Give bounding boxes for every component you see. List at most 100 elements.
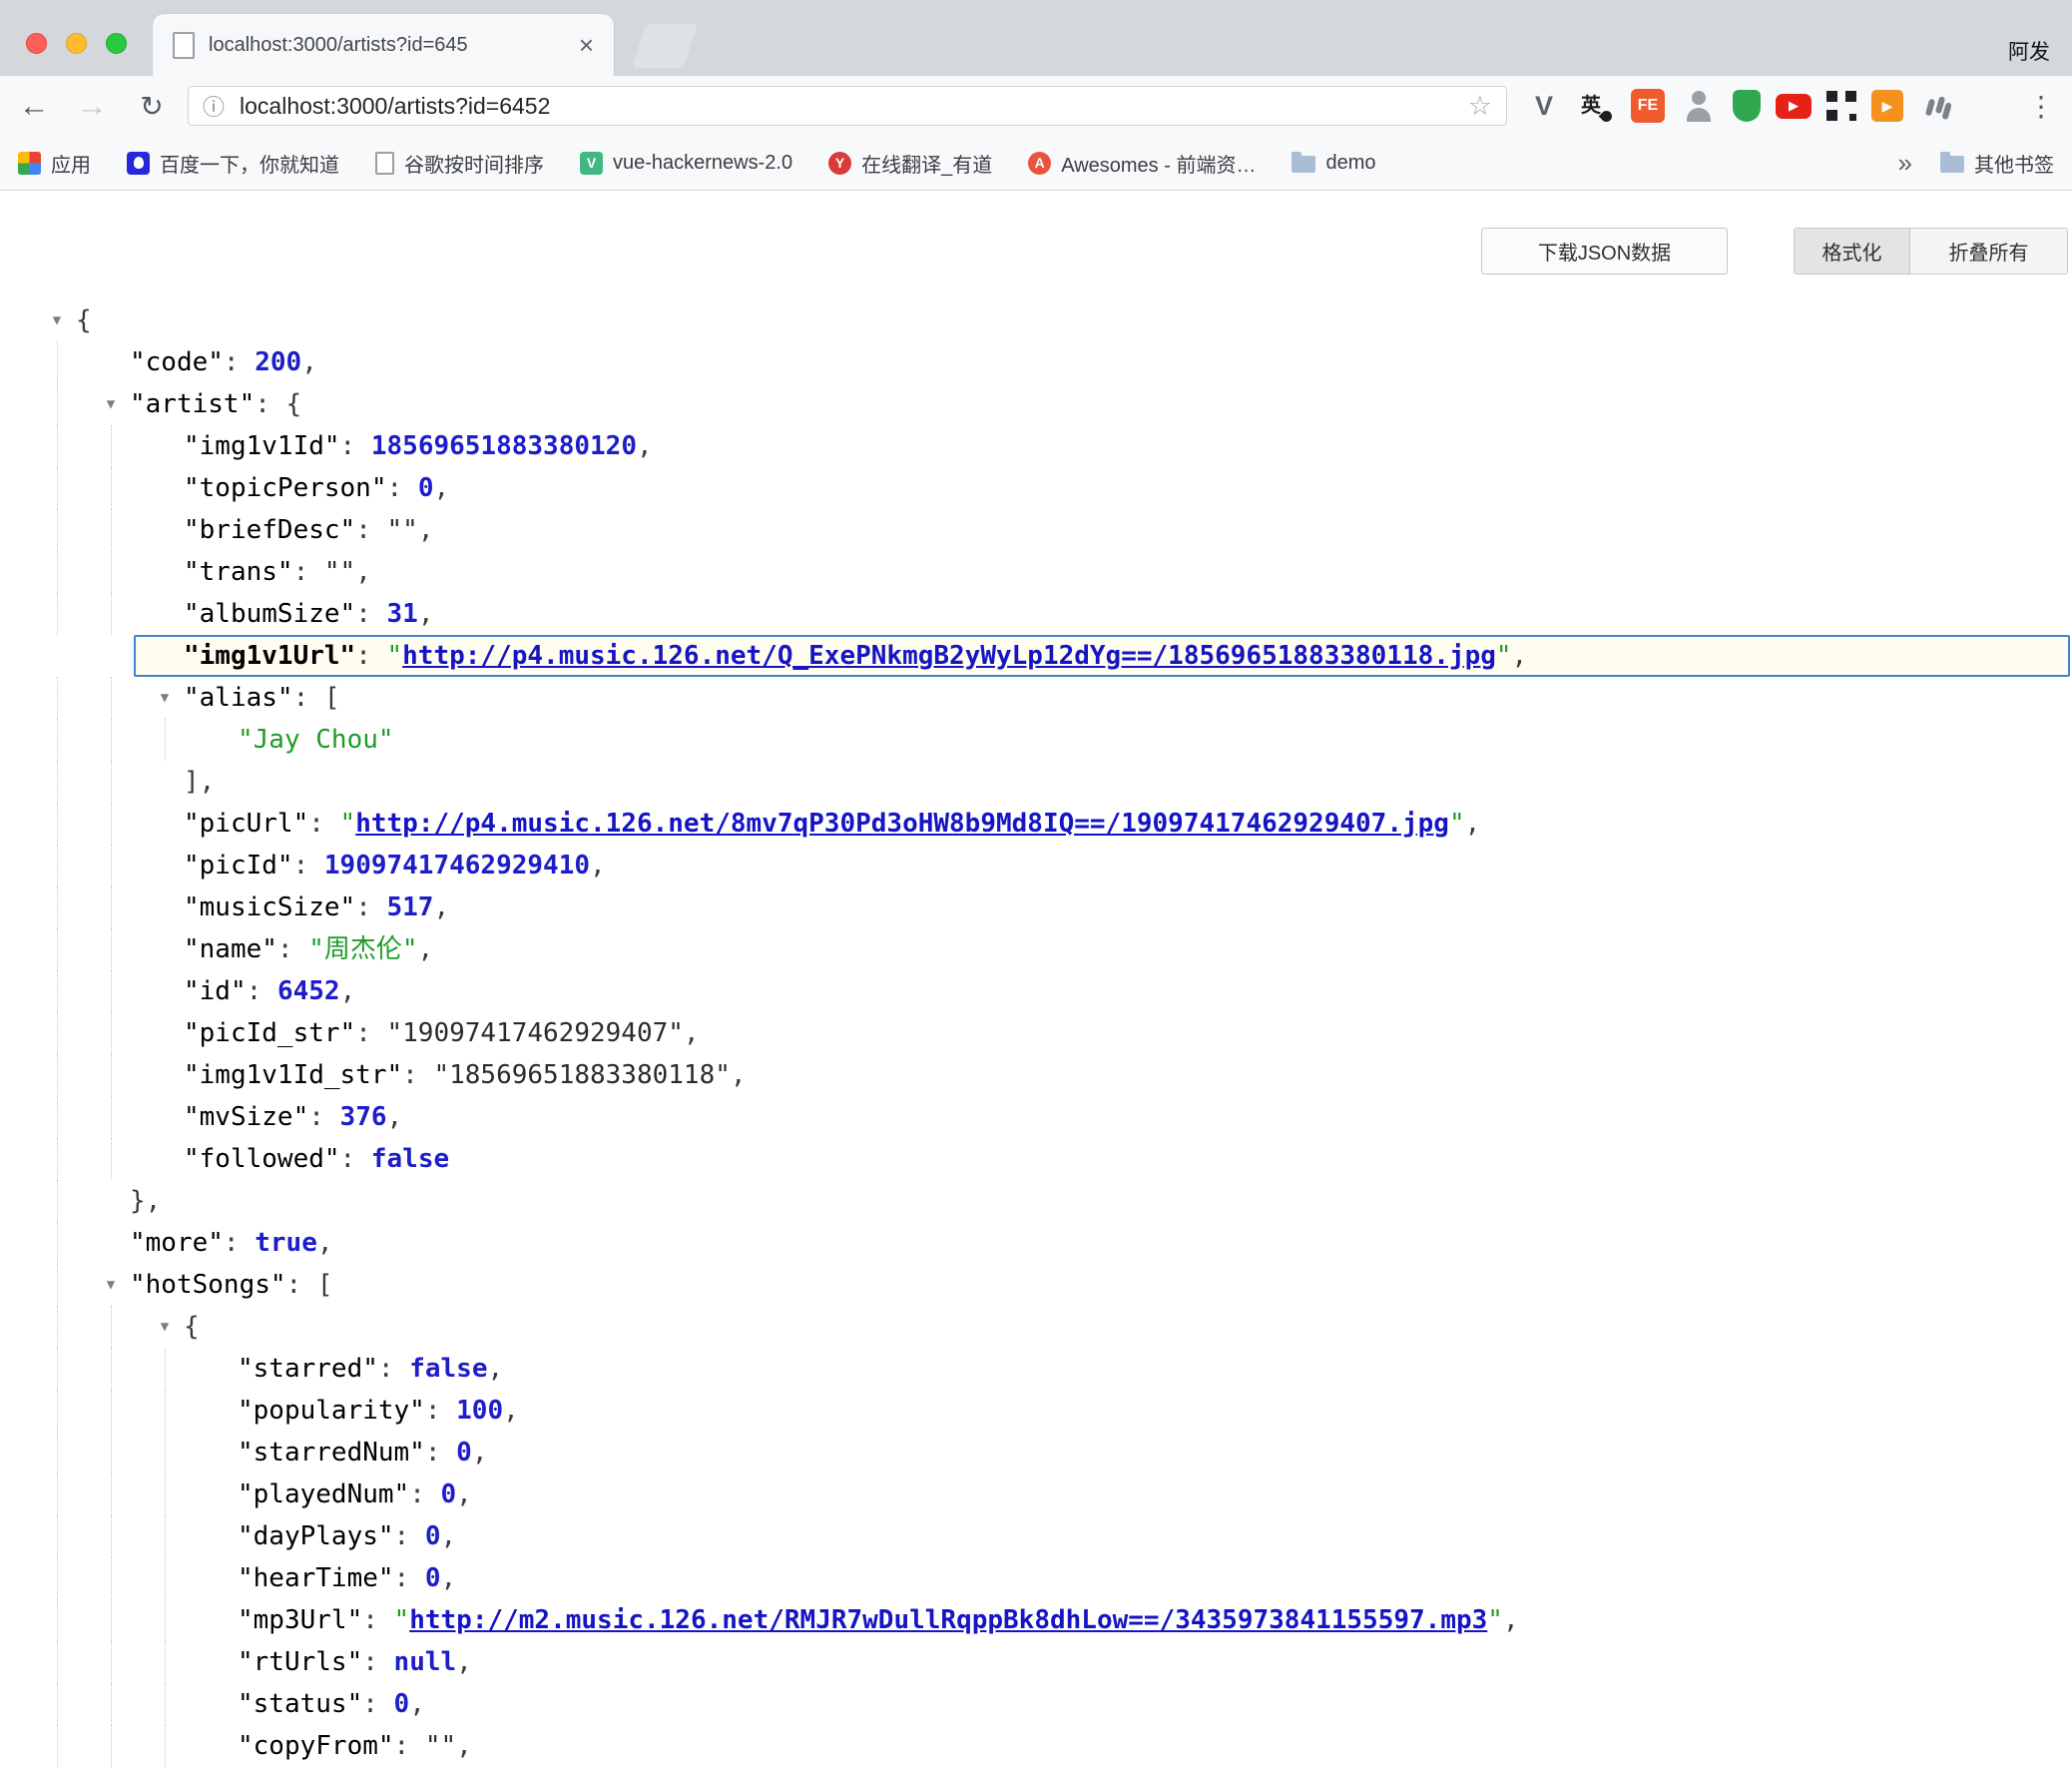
- json-token: ,: [637, 431, 653, 461]
- fe-icon[interactable]: FE: [1631, 89, 1665, 123]
- download-json-button[interactable]: 下载JSON数据: [1481, 228, 1728, 275]
- json-line: ▼{: [0, 299, 2072, 341]
- tree-guide-line: [111, 928, 112, 970]
- tree-guide-line: [165, 1432, 166, 1473]
- json-key: "hearTime": [238, 1563, 394, 1593]
- collapse-arrow-icon[interactable]: ▼: [154, 1306, 176, 1348]
- bookmarks-overflow-chevron[interactable]: »: [1892, 148, 1918, 179]
- shield-icon[interactable]: [1733, 90, 1761, 122]
- json-token: :: [362, 1647, 393, 1677]
- json-line: "mp3Url": "http://m2.music.126.net/RMJR7…: [0, 1599, 2072, 1641]
- json-key: "topicPerson": [184, 473, 387, 503]
- tree-guide-line: [57, 1557, 58, 1599]
- json-key: "mvSize": [184, 1102, 308, 1132]
- folder-icon: [1940, 156, 1964, 173]
- tree-guide-line: [111, 1054, 112, 1096]
- view-mode-toggle: 格式化 折叠所有: [1794, 228, 2068, 275]
- json-token: ,: [456, 1731, 472, 1761]
- json-token: ": [394, 1605, 410, 1635]
- page-content: 下载JSON数据 格式化 折叠所有 ▼{"code": 200,▼"artist…: [0, 192, 2072, 1751]
- json-line: "id": 6452,: [0, 970, 2072, 1012]
- tree-guide-line: [111, 1096, 112, 1138]
- bookmark-item[interactable]: demo: [1292, 152, 1375, 175]
- bookmark-item[interactable]: AAwesomes - 前端资…: [1028, 149, 1256, 178]
- bookmark-item[interactable]: 其他书签: [1940, 149, 2054, 178]
- tree-guide-line: [165, 1473, 166, 1515]
- back-button[interactable]: ←: [8, 76, 60, 136]
- collapse-arrow-icon[interactable]: ▼: [100, 383, 122, 425]
- json-line: "img1v1Url": "http://p4.music.126.net/Q_…: [134, 635, 2070, 677]
- vue-icon: V: [580, 152, 603, 175]
- tree-guide-line: [111, 509, 112, 551]
- bookmark-item[interactable]: 谷歌按时间排序: [375, 149, 544, 178]
- json-token: ,: [340, 976, 356, 1006]
- json-token: ,: [433, 892, 449, 922]
- tab-close-icon[interactable]: ×: [579, 32, 594, 58]
- youdao-icon: Y: [828, 152, 851, 175]
- fullscreen-window-button[interactable]: [106, 33, 127, 54]
- tree-guide-line: [111, 1725, 112, 1767]
- url-input[interactable]: [238, 92, 1468, 121]
- bookmark-item[interactable]: Y在线翻译_有道: [828, 149, 992, 178]
- json-key: "code": [130, 347, 224, 377]
- youtube-icon[interactable]: ▶: [1776, 94, 1812, 119]
- tree-guide-line: [57, 677, 58, 719]
- close-window-button[interactable]: [26, 33, 47, 54]
- player-icon[interactable]: ▶: [1871, 90, 1903, 122]
- reload-button[interactable]: ↻: [126, 76, 178, 136]
- bookmark-item[interactable]: Vvue-hackernews-2.0: [580, 152, 792, 175]
- json-viewer: ▼{"code": 200,▼"artist": {"img1v1Id": 18…: [0, 299, 2072, 1767]
- json-key: "dayPlays": [238, 1521, 394, 1551]
- browser-menu-icon[interactable]: ⋮: [2024, 76, 2058, 136]
- bookmark-star-icon[interactable]: ☆: [1468, 91, 1492, 122]
- qrcode-icon[interactable]: [1826, 91, 1856, 121]
- new-tab-button[interactable]: [632, 24, 698, 68]
- json-token: :: [387, 473, 418, 503]
- json-token: ,: [441, 1521, 457, 1551]
- collapse-arrow-icon[interactable]: ▼: [100, 1264, 122, 1306]
- json-url-link[interactable]: http://p4.music.126.net/8mv7qP30Pd3oHW8b…: [355, 809, 1449, 839]
- json-line: "trans": "",: [0, 551, 2072, 593]
- json-key: "img1v1Id_str": [184, 1060, 402, 1090]
- paw-icon[interactable]: [1918, 87, 1956, 125]
- json-key: "hotSongs": [130, 1270, 286, 1300]
- json-key: "musicSize": [184, 892, 355, 922]
- tree-guide-line: [111, 1348, 112, 1390]
- json-key: "starredNum": [238, 1438, 425, 1468]
- address-bar[interactable]: ⓘ ☆: [188, 86, 1507, 126]
- bookmark-label: Awesomes - 前端资…: [1061, 149, 1256, 178]
- json-line: "picId_str": "19097417462929407",: [0, 1012, 2072, 1054]
- person-icon[interactable]: [1680, 87, 1718, 125]
- tree-guide-line: [57, 970, 58, 1012]
- tree-guide-line: [111, 719, 112, 761]
- forward-button[interactable]: →: [66, 76, 118, 136]
- doc-page-icon: [375, 152, 394, 175]
- json-token: "19097417462929407": [387, 1018, 684, 1048]
- json-url-link[interactable]: http://m2.music.126.net/RMJR7wDullRqppBk…: [409, 1605, 1487, 1635]
- tree-guide-line: [111, 1138, 112, 1180]
- bookmark-item[interactable]: 百度一下，你就知道: [127, 149, 339, 178]
- json-line: "topicPerson": 0,: [0, 467, 2072, 509]
- json-key: "albumSize": [184, 599, 355, 629]
- json-token: :: [409, 1479, 440, 1509]
- collapse-all-button[interactable]: 折叠所有: [1910, 229, 2067, 274]
- minimize-window-button[interactable]: [66, 33, 87, 54]
- tree-guide-line: [57, 1725, 58, 1767]
- tree-guide-line: [57, 1222, 58, 1264]
- translate-pen-icon[interactable]: 英: [1578, 87, 1616, 125]
- collapse-arrow-icon[interactable]: ▼: [154, 677, 176, 719]
- tree-guide-line: [57, 1348, 58, 1390]
- collapse-arrow-icon[interactable]: ▼: [46, 299, 68, 341]
- json-token: :: [355, 599, 386, 629]
- tree-guide-line: [111, 677, 112, 719]
- json-token: 0: [418, 473, 434, 503]
- bookmark-item[interactable]: 应用: [18, 149, 91, 178]
- v-gray-icon[interactable]: V: [1525, 87, 1563, 125]
- page-info-icon[interactable]: ⓘ: [203, 90, 225, 122]
- browser-tab[interactable]: localhost:3000/artists?id=645 ×: [153, 14, 614, 76]
- json-token: ,: [1503, 1605, 1519, 1635]
- bookmark-label: 谷歌按时间排序: [404, 149, 544, 178]
- format-button[interactable]: 格式化: [1795, 229, 1910, 274]
- json-url-link[interactable]: http://p4.music.126.net/Q_ExePNkmgB2yWyL…: [402, 641, 1496, 671]
- profile-name[interactable]: 阿发: [2008, 36, 2050, 66]
